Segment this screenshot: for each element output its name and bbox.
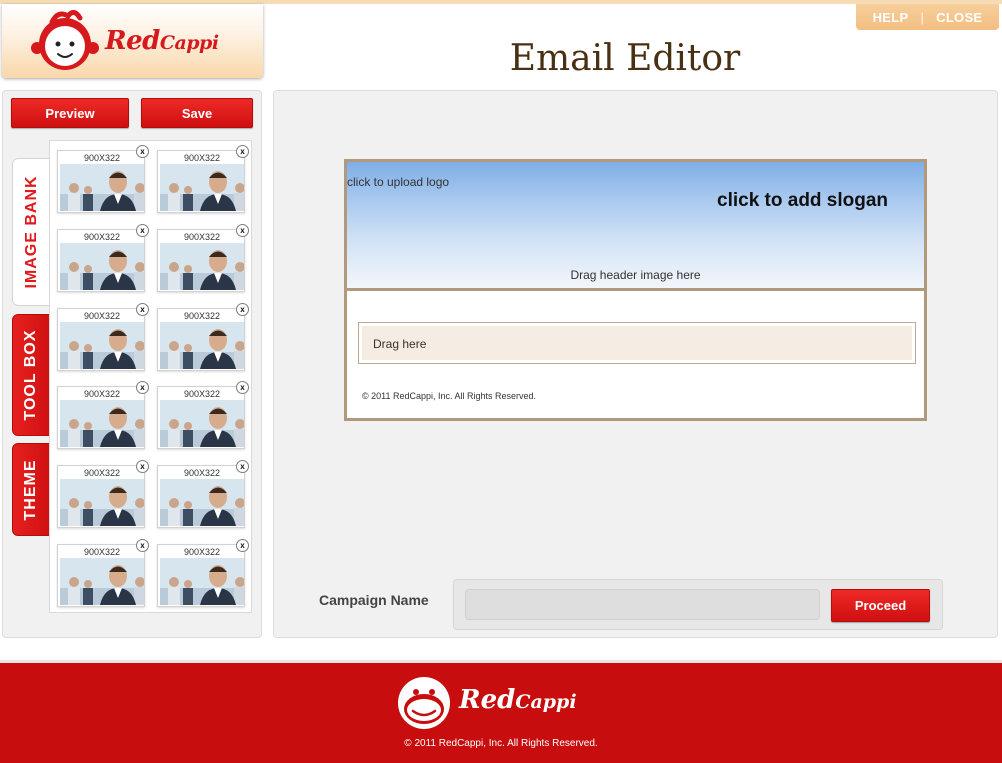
image-bank-thumbnail[interactable]: 900X322 x <box>157 539 249 607</box>
footer: RedCappi © 2011 RedCappi, Inc. All Right… <box>0 660 1002 763</box>
thumbnail-size-label: 900X322 <box>83 153 121 163</box>
image-bank-thumbnail[interactable]: 900X322 x <box>57 145 149 213</box>
campaign-name-label: Campaign Name <box>319 592 429 608</box>
save-button[interactable]: Save <box>141 98 253 128</box>
close-link[interactable]: CLOSE <box>936 10 982 25</box>
image-bank-thumbnail[interactable]: 900X322 x <box>57 460 149 528</box>
remove-image-icon[interactable]: x <box>236 381 249 394</box>
remove-image-icon[interactable]: x <box>236 303 249 316</box>
footer-logo[interactable]: RedCappi <box>391 673 611 733</box>
page-title: Email Editor <box>509 38 741 79</box>
image-bank-thumbnail[interactable]: 900X322 x <box>157 381 249 449</box>
business-person-image <box>60 322 144 369</box>
image-bank-thumbnail[interactable]: 900X322 x <box>157 460 249 528</box>
image-bank-thumbnail[interactable]: 900X322 x <box>157 145 249 213</box>
remove-image-icon[interactable]: x <box>136 145 149 158</box>
image-bank-thumbnail[interactable]: 900X322 x <box>157 224 249 292</box>
business-person-image <box>160 479 244 526</box>
business-person-image <box>160 243 244 290</box>
business-person-image <box>160 558 244 605</box>
business-person-image <box>60 479 144 526</box>
footer-brand-small: Cappi <box>515 691 577 713</box>
tab-theme-label: THEME <box>22 459 39 520</box>
footer-brand-name: RedCappi <box>459 685 577 715</box>
email-header-dropzone[interactable]: click to upload logo click to add slogan… <box>347 162 924 291</box>
remove-image-icon[interactable]: x <box>136 303 149 316</box>
campaign-name-input[interactable] <box>465 589 820 620</box>
monkey-face-logo-icon <box>398 677 450 729</box>
help-close-bar: HELP | CLOSE <box>856 4 999 30</box>
thumbnail-size-label: 900X322 <box>83 547 121 557</box>
brand-logo-box[interactable]: RedCappi <box>2 4 263 78</box>
image-bank-thumbnail[interactable]: 900X322 x <box>157 303 249 371</box>
thumbnail-size-label: 900X322 <box>183 153 221 163</box>
thumbnail-size-label: 900X322 <box>183 232 221 242</box>
business-person-image <box>60 558 144 605</box>
image-bank-thumbnail[interactable]: 900X322 x <box>57 539 149 607</box>
tab-image-bank-label: IMAGE BANK <box>22 175 40 289</box>
business-person-image <box>160 322 244 369</box>
business-person-image <box>160 400 244 447</box>
image-bank-thumbnail[interactable]: 900X322 x <box>57 303 149 371</box>
thumbnail-size-label: 900X322 <box>183 547 221 557</box>
remove-image-icon[interactable]: x <box>136 224 149 237</box>
thumbnail-size-label: 900X322 <box>83 232 121 242</box>
remove-image-icon[interactable]: x <box>136 539 149 552</box>
email-copyright: © 2011 RedCappi, Inc. All Rights Reserve… <box>362 391 537 401</box>
remove-image-icon[interactable]: x <box>236 145 249 158</box>
preview-button[interactable]: Preview <box>11 98 129 128</box>
help-close-separator: | <box>920 9 925 25</box>
content-dropzone[interactable]: Drag here <box>358 322 916 364</box>
business-person-image <box>60 164 144 211</box>
thumbnail-size-label: 900X322 <box>83 311 121 321</box>
thumbnail-size-label: 900X322 <box>183 389 221 399</box>
campaign-name-bar: Proceed <box>453 579 943 630</box>
upload-logo-link[interactable]: click to upload logo <box>347 175 449 189</box>
brand-name-main: Red <box>105 26 160 56</box>
add-slogan-link[interactable]: click to add slogan <box>717 190 888 212</box>
brand-name: RedCappi <box>105 26 219 56</box>
image-bank-thumbnail[interactable]: 900X322 x <box>57 381 149 449</box>
remove-image-icon[interactable]: x <box>236 460 249 473</box>
footer-brand-main: Red <box>459 685 516 715</box>
business-person-image <box>160 164 244 211</box>
help-link[interactable]: HELP <box>873 10 909 25</box>
image-bank-thumbnail[interactable]: 900X322 x <box>57 224 149 292</box>
thumbnail-size-label: 900X322 <box>183 468 221 478</box>
tab-image-bank[interactable]: IMAGE BANK <box>12 158 50 306</box>
thumbnail-size-label: 900X322 <box>183 311 221 321</box>
remove-image-icon[interactable]: x <box>136 381 149 394</box>
drag-header-hint: Drag header image here <box>570 268 701 282</box>
email-template-preview: click to upload logo click to add slogan… <box>344 159 927 421</box>
footer-copyright: © 2011 RedCappi, Inc. All Rights Reserve… <box>404 738 598 749</box>
content-dropzone-label: Drag here <box>362 326 912 360</box>
brand-name-small: Cappi <box>159 32 219 54</box>
remove-image-icon[interactable]: x <box>236 224 249 237</box>
email-editor-page: RedCappi HELP | CLOSE Email Editor Previ… <box>0 0 1002 763</box>
tab-tool-box[interactable]: TOOL BOX <box>12 314 50 436</box>
tab-tool-box-label: TOOL BOX <box>22 329 39 421</box>
tab-theme[interactable]: THEME <box>12 443 50 536</box>
remove-image-icon[interactable]: x <box>136 460 149 473</box>
proceed-button[interactable]: Proceed <box>831 589 930 622</box>
business-person-image <box>60 400 144 447</box>
business-person-image <box>60 243 144 290</box>
thumbnail-size-label: 900X322 <box>83 389 121 399</box>
thumbnail-size-label: 900X322 <box>83 468 121 478</box>
remove-image-icon[interactable]: x <box>236 539 249 552</box>
baby-face-logo-icon <box>31 10 99 70</box>
